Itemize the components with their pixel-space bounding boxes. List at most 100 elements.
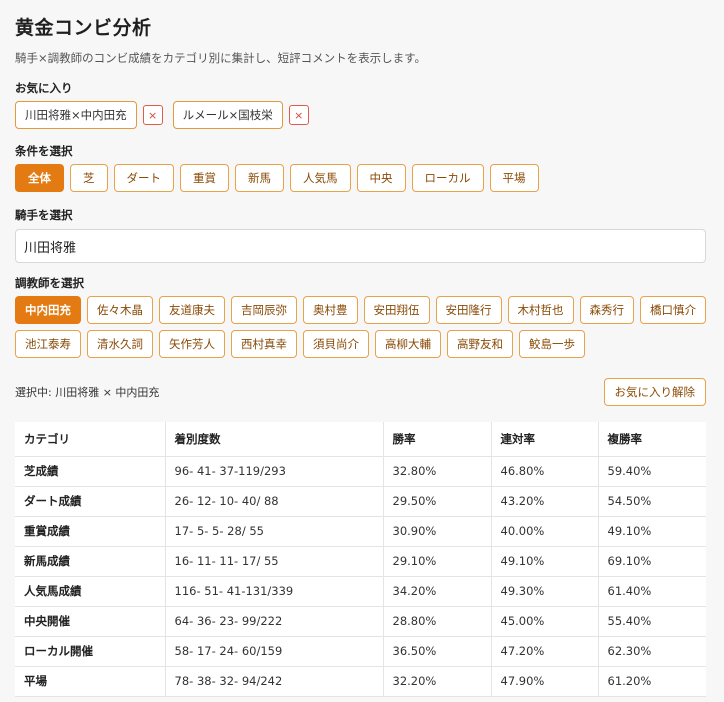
trainer-chip[interactable]: 安田隆行 xyxy=(435,296,502,324)
table-cell: 40.00% xyxy=(490,516,598,547)
condition-chip[interactable]: 平場 xyxy=(489,164,539,192)
trainer-chip[interactable]: 高柳大輔 xyxy=(375,330,441,358)
selection-text: 選択中: 川田将雅 × 中内田充 xyxy=(15,386,160,399)
favorite-item[interactable]: ルメール×国枝栄 xyxy=(172,101,283,129)
trainer-chip[interactable]: 矢作芳人 xyxy=(159,330,225,358)
category-cell: 新馬成績 xyxy=(15,546,165,577)
remove-favorite-button[interactable]: × xyxy=(142,105,163,125)
table-cell: 17- 5- 5- 28/ 55 xyxy=(164,516,383,547)
column-header: 着別度数 xyxy=(164,422,383,457)
table-cell: 32.20% xyxy=(382,666,491,697)
table-cell: 69.10% xyxy=(597,546,706,577)
trainer-chip[interactable]: 奥村豊 xyxy=(303,296,358,324)
table-row: 新馬成績 16- 11- 11- 17/ 55 29.10% 49.10% 69.10% xyxy=(15,546,706,577)
trainer-chip[interactable]: 橋口慎介 xyxy=(640,296,706,324)
trainer-chip[interactable]: 友道康夫 xyxy=(159,296,225,324)
trainer-chips: 中内田充 佐々木晶 友道康夫 吉岡辰弥 奥村豊 安田翔伍 安田隆行 木村哲也 森秀行 橋口慎介池江… xyxy=(15,296,706,358)
category-cell: 芝成績 xyxy=(15,456,165,487)
table-header-row: カテゴリ 着別度数 勝率 連対率 複勝率 xyxy=(15,422,706,457)
trainer-chip[interactable]: 鮫島一歩 xyxy=(519,330,585,358)
condition-chip[interactable]: 中央 xyxy=(356,164,406,192)
condition-chip[interactable]: 重賞 xyxy=(180,164,229,192)
condition-chip[interactable]: ローカル xyxy=(411,164,484,192)
condition-chip[interactable]: 芝 xyxy=(70,164,108,192)
table-body: 芝成績 96- 41- 37-119/293 32.80% 46.80% 59.40% ダ… xyxy=(15,456,706,697)
table-row: 人気馬成績 116- 51- 41-131/339 34.20% 49.30% 61.4… xyxy=(15,576,706,607)
trainer-chip[interactable]: 森秀行 xyxy=(579,296,634,324)
favorites-label: お気に入り xyxy=(15,81,73,95)
trainer-chip[interactable]: 西村真幸 xyxy=(231,330,297,358)
condition-chip[interactable]: 人気馬 xyxy=(290,164,351,192)
table-cell: 43.20% xyxy=(490,486,598,517)
trainer-chip[interactable]: 安田翔伍 xyxy=(363,296,430,324)
table-cell: 34.20% xyxy=(382,576,491,607)
table-cell: 46.80% xyxy=(490,456,598,487)
table-cell: 16- 11- 11- 17/ 55 xyxy=(164,546,383,577)
table-cell: 29.10% xyxy=(382,546,491,577)
column-header: 複勝率 xyxy=(597,422,706,457)
table-row: ダート成績 26- 12- 10- 40/ 88 29.50% 43.20% 54.50… xyxy=(15,486,706,517)
column-header: カテゴリ xyxy=(15,422,165,457)
column-header: 勝率 xyxy=(382,422,491,457)
table-cell: 26- 12- 10- 40/ 88 xyxy=(164,486,383,517)
table-cell: 96- 41- 37-119/293 xyxy=(164,456,383,487)
table-row: 芝成績 96- 41- 37-119/293 32.80% 46.80% 59.40% xyxy=(15,456,706,487)
category-cell: 中央開催 xyxy=(15,606,165,637)
conditions-label: 条件を選択 xyxy=(15,144,73,158)
trainer-chip[interactable]: 木村哲也 xyxy=(507,296,574,324)
trainer-chip[interactable]: 高野友和 xyxy=(447,330,513,358)
unfavorite-button[interactable]: お気に入り解除 xyxy=(603,378,706,406)
stats-table: カテゴリ 着別度数 勝率 連対率 複勝率 芝成績 96- 41- 37-119/293 32… xyxy=(15,422,706,697)
trainer-chip[interactable]: 須貝尚介 xyxy=(303,330,369,358)
table-cell: 59.40% xyxy=(597,456,706,487)
trainer-chip[interactable]: 池江泰寿 xyxy=(15,330,81,358)
table-cell: 54.50% xyxy=(597,486,706,517)
column-header: 連対率 xyxy=(490,422,598,457)
table-cell: 36.50% xyxy=(382,636,491,667)
favorites-list: 川田将雅×中内田充 × ルメール×国枝栄 × xyxy=(15,101,706,129)
table-cell: 78- 38- 32- 94/242 xyxy=(164,666,383,697)
trainer-chip[interactable]: 中内田充 xyxy=(15,296,81,324)
remove-favorite-button[interactable]: × xyxy=(288,105,309,125)
category-cell: 平場 xyxy=(15,666,165,697)
condition-chip[interactable]: 全体 xyxy=(15,164,64,192)
table-cell: 58- 17- 24- 60/159 xyxy=(164,636,383,667)
table-cell: 47.90% xyxy=(490,666,598,697)
page-title: 黄金コンビ分析 xyxy=(15,17,152,39)
table-cell: 30.90% xyxy=(382,516,491,547)
table-row: 中央開催 64- 36- 23- 99/222 28.80% 45.00% 55.40% xyxy=(15,606,706,637)
table-cell: 62.30% xyxy=(597,636,706,667)
table-cell: 32.80% xyxy=(382,456,491,487)
table-cell: 116- 51- 41-131/339 xyxy=(164,576,383,607)
page-subtitle: 騎手×調教師のコンビ成績をカテゴリ別に集計し、短評コメントを表示します。 xyxy=(15,51,426,65)
table-cell: 49.10% xyxy=(490,546,598,577)
category-cell: 重賞成績 xyxy=(15,516,165,547)
table-cell: 61.40% xyxy=(597,576,706,607)
page: 黄金コンビ分析 騎手×調教師のコンビ成績をカテゴリ別に集計し、短評コメントを表示… xyxy=(0,0,724,697)
condition-chip[interactable]: ダート xyxy=(113,164,174,192)
jockey-input[interactable] xyxy=(15,229,706,263)
condition-chip[interactable]: 新馬 xyxy=(235,164,284,192)
table-cell: 49.30% xyxy=(490,576,598,607)
jockey-label: 騎手を選択 xyxy=(15,208,73,222)
trainer-chip[interactable]: 清水久詞 xyxy=(87,330,153,358)
table-row: ローカル開催 58- 17- 24- 60/159 36.50% 47.20% 62.3… xyxy=(15,636,706,667)
table-cell: 49.10% xyxy=(597,516,706,547)
condition-chips: 全体芝ダート 重賞 新馬 人気馬 中央 ローカル 平場 xyxy=(15,164,706,192)
trainer-chip[interactable]: 吉岡辰弥 xyxy=(231,296,297,324)
table-row: 重賞成績 17- 5- 5- 28/ 55 30.90% 40.00% 49.10% xyxy=(15,516,706,547)
category-cell: 人気馬成績 xyxy=(15,576,165,607)
table-cell: 28.80% xyxy=(382,606,491,637)
trainer-chip[interactable]: 佐々木晶 xyxy=(87,296,153,324)
table-cell: 47.20% xyxy=(490,636,598,667)
category-cell: ダート成績 xyxy=(15,486,165,517)
category-cell: ローカル開催 xyxy=(15,636,165,667)
table-cell: 61.20% xyxy=(597,666,706,697)
favorite-item[interactable]: 川田将雅×中内田充 xyxy=(15,101,137,129)
table-cell: 29.50% xyxy=(382,486,491,517)
table-cell: 55.40% xyxy=(597,606,706,637)
selection-row: 選択中: 川田将雅 × 中内田充 お気に入り解除 xyxy=(15,378,706,406)
trainer-label: 調教師を選択 xyxy=(15,276,84,290)
table-cell: 45.00% xyxy=(490,606,598,637)
table-cell: 64- 36- 23- 99/222 xyxy=(164,606,383,637)
